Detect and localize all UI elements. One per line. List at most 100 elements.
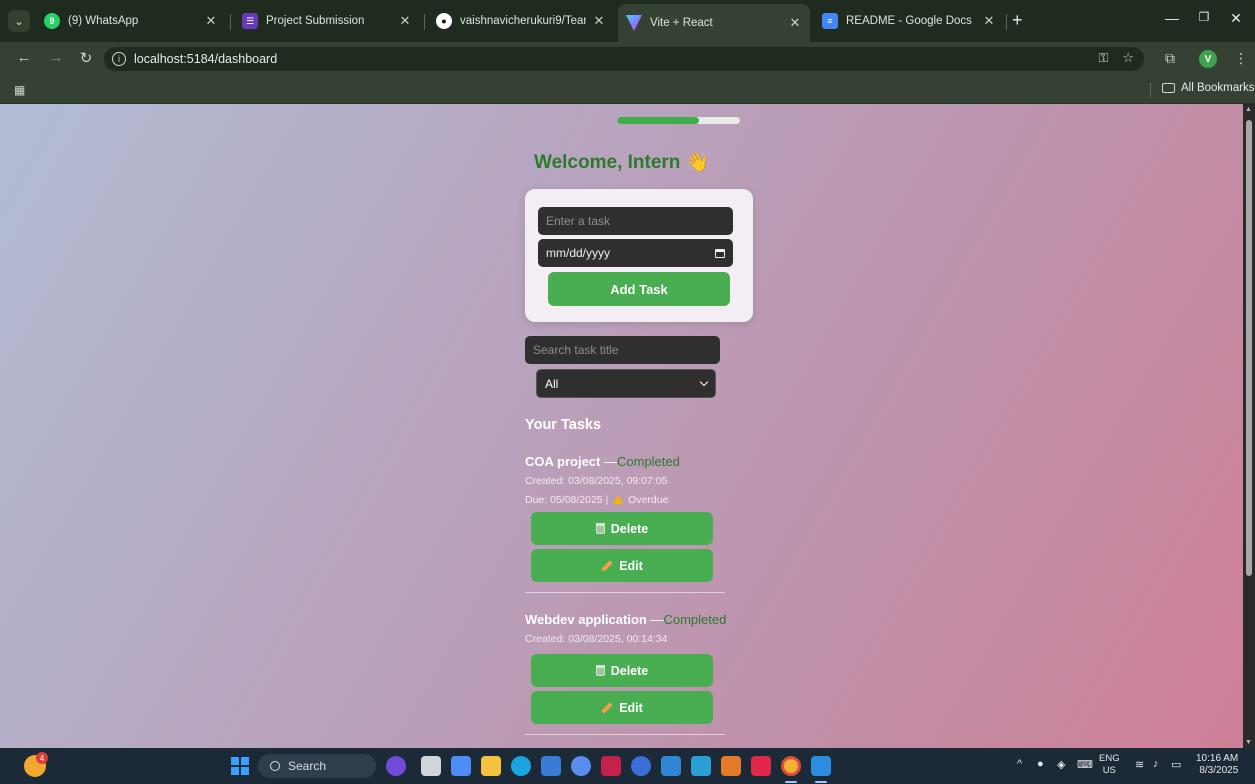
window-close-icon[interactable]: ✕ xyxy=(1226,10,1246,27)
site-info-icon[interactable]: i xyxy=(112,52,126,66)
tab-project-submission[interactable]: ☰ Project Submission ✕ xyxy=(234,6,420,36)
new-tab-icon[interactable]: + xyxy=(1012,10,1023,30)
battery-icon[interactable]: ▭ xyxy=(1171,758,1181,771)
overdue-label: Overdue xyxy=(628,494,669,506)
search-input[interactable] xyxy=(525,336,720,364)
profile-avatar[interactable]: V xyxy=(1199,50,1217,68)
scroll-thumb[interactable] xyxy=(1246,120,1252,576)
folder-icon xyxy=(1162,83,1175,93)
browser-toolbar: ← → ↻ i localhost:5184/dashboard ⚿ ☆ ⧉ V… xyxy=(0,42,1255,76)
close-icon[interactable]: ✕ xyxy=(398,13,412,29)
pencil-icon xyxy=(601,701,613,714)
bookmark-star-icon[interactable]: ☆ xyxy=(1122,50,1134,66)
delete-button[interactable]: Delete xyxy=(531,512,713,545)
outlook-icon[interactable] xyxy=(691,756,711,776)
tray-app-icon[interactable]: ◈ xyxy=(1057,758,1065,771)
scroll-down-icon[interactable]: ▼ xyxy=(1245,739,1252,746)
chrome-icon[interactable] xyxy=(781,756,801,776)
notification-badge: 4 xyxy=(36,752,48,764)
os-taskbar: 4 Search ^ ● ◈ ⌨ ENG US ≋ ♪ ▭ 10:16 AM 8… xyxy=(0,748,1255,784)
page-scrollbar[interactable]: ▲ ▼ xyxy=(1243,104,1255,748)
section-heading: Your Tasks xyxy=(525,417,602,433)
active-app-indicator xyxy=(785,781,797,783)
add-task-button[interactable]: Add Task xyxy=(548,272,730,306)
volume-icon[interactable]: ♪ xyxy=(1153,758,1159,770)
chevron-down-icon xyxy=(699,377,709,387)
language-indicator[interactable]: ENG US xyxy=(1099,753,1120,777)
restore-icon[interactable]: ❐ xyxy=(1194,10,1214,24)
app-icon[interactable] xyxy=(631,756,651,776)
tab-separator xyxy=(1006,14,1007,30)
minimize-icon[interactable]: — xyxy=(1162,10,1182,26)
keyboard-icon[interactable]: ⌨ xyxy=(1077,758,1093,771)
docs-icon: ≡ xyxy=(822,13,838,29)
task-title: COA project xyxy=(525,454,601,469)
calendar-icon[interactable] xyxy=(715,248,725,258)
url-text: localhost:5184/dashboard xyxy=(134,52,278,66)
bookmark-separator xyxy=(1150,83,1151,97)
forward-icon[interactable]: → xyxy=(46,49,66,66)
app-icon[interactable] xyxy=(721,756,741,776)
tab-vite-react[interactable]: Vite + React ✕ xyxy=(618,4,810,42)
file-explorer-icon[interactable] xyxy=(481,756,501,776)
due-date-input[interactable]: mm/dd/yyyy xyxy=(538,239,733,267)
close-icon[interactable]: ✕ xyxy=(204,13,218,29)
system-clock[interactable]: 10:16 AM 8/3/2025 xyxy=(1196,753,1238,777)
task-progress-fill xyxy=(617,117,700,124)
tab-whatsapp[interactable]: 9 (9) WhatsApp ✕ xyxy=(36,6,226,36)
windows-start-icon[interactable] xyxy=(231,757,249,775)
tray-overflow-icon[interactable]: ^ xyxy=(1017,758,1022,770)
close-icon[interactable]: ✕ xyxy=(592,13,606,29)
page-viewport: Welcome, Intern 👋 mm/dd/yyyy Add Task Al… xyxy=(0,104,1243,748)
all-bookmarks[interactable]: All Bookmarks xyxy=(1162,82,1255,94)
edit-button[interactable]: Edit xyxy=(531,549,713,582)
vscode-icon[interactable] xyxy=(811,756,831,776)
task-view-icon[interactable] xyxy=(421,756,441,776)
tray-app-icon[interactable]: ● xyxy=(1037,758,1044,770)
close-icon[interactable]: ✕ xyxy=(788,15,802,31)
apps-grid-icon[interactable]: ▦ xyxy=(14,83,25,97)
address-bar[interactable]: i localhost:5184/dashboard ⚿ ☆ xyxy=(104,47,1144,71)
warning-icon xyxy=(613,495,624,504)
task-item: Webdev application —Completed Created: 0… xyxy=(525,612,740,735)
mcafee-icon[interactable] xyxy=(601,756,621,776)
browser-menu-icon[interactable]: ⋮ xyxy=(1234,50,1248,67)
widgets-icon[interactable] xyxy=(451,756,471,776)
tab-github[interactable]: ● vaishnavicherukuri9/Team_Task ✕ xyxy=(428,6,614,36)
tab-google-docs[interactable]: ≡ README - Google Docs ✕ xyxy=(814,6,1004,36)
active-app-indicator xyxy=(815,781,827,783)
back-icon[interactable]: ← xyxy=(14,49,34,66)
search-icon xyxy=(270,761,280,771)
close-icon[interactable]: ✕ xyxy=(982,13,996,29)
vite-icon xyxy=(626,15,642,31)
tab-search-icon[interactable]: ⌄ xyxy=(8,10,30,32)
taskbar-search[interactable]: Search xyxy=(258,754,376,778)
welcome-heading: Welcome, Intern 👋 xyxy=(534,152,710,173)
copilot-icon[interactable] xyxy=(386,756,406,776)
add-task-card: mm/dd/yyyy Add Task xyxy=(525,189,753,322)
app-icon[interactable] xyxy=(661,756,681,776)
trash-icon xyxy=(595,665,605,676)
task-progress-bar xyxy=(617,117,740,124)
edge-icon[interactable] xyxy=(511,756,531,776)
task-title: Webdev application xyxy=(525,612,647,627)
youtube-icon[interactable] xyxy=(751,756,771,776)
scroll-up-icon[interactable]: ▲ xyxy=(1245,106,1252,113)
task-title-input[interactable] xyxy=(538,207,733,235)
wifi-icon[interactable]: ≋ xyxy=(1135,758,1144,771)
tab-separator xyxy=(424,14,425,30)
forms-icon: ☰ xyxy=(242,13,258,29)
reload-icon[interactable]: ↻ xyxy=(76,49,96,67)
task-status: Completed xyxy=(616,454,680,469)
chrome-canary-icon[interactable] xyxy=(571,756,591,776)
store-icon[interactable] xyxy=(541,756,561,776)
password-key-icon[interactable]: ⚿ xyxy=(1098,50,1108,66)
extensions-icon[interactable]: ⧉ xyxy=(1165,50,1175,67)
status-filter-select[interactable]: All xyxy=(536,369,716,398)
tab-strip: ⌄ 9 (9) WhatsApp ✕ ☰ Project Submission … xyxy=(0,0,1255,42)
tab-separator xyxy=(230,14,231,30)
task-divider xyxy=(525,734,725,735)
edit-button[interactable]: Edit xyxy=(531,691,713,724)
github-icon: ● xyxy=(436,13,452,29)
delete-button[interactable]: Delete xyxy=(531,654,713,687)
